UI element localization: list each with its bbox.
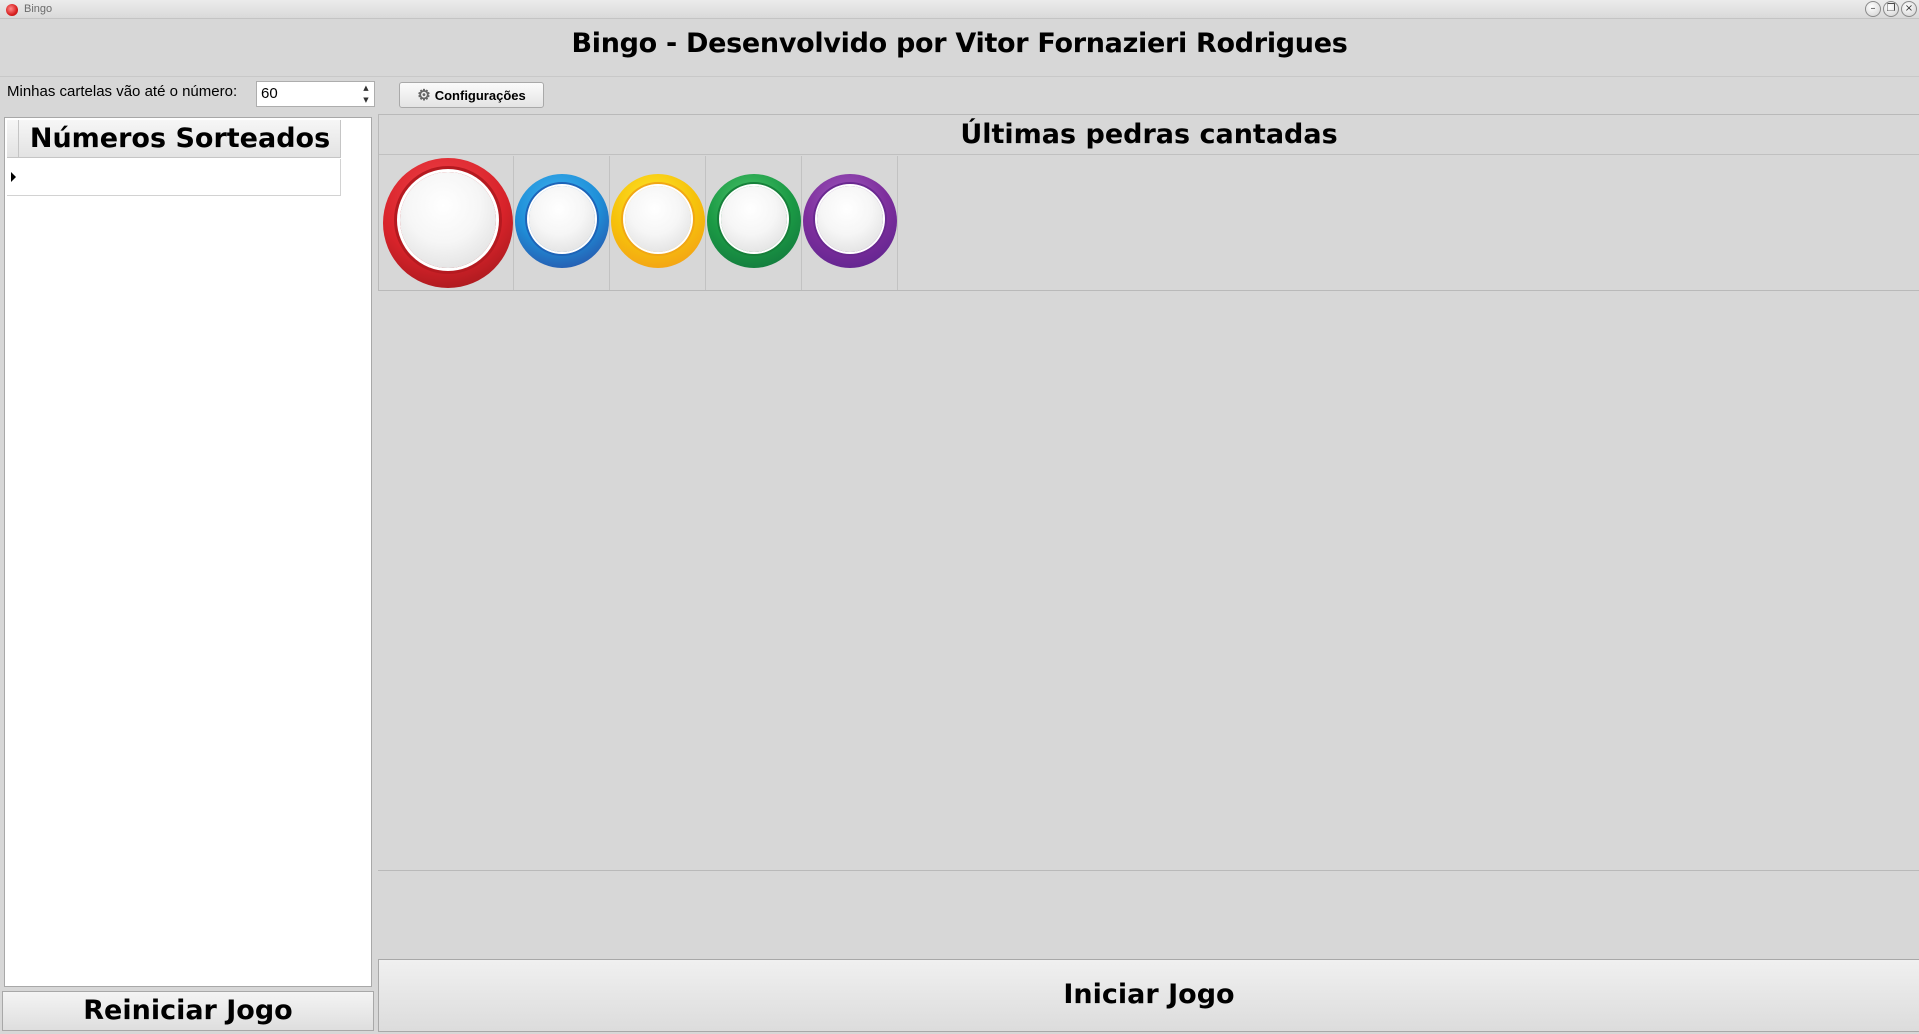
ball-3 <box>611 174 705 268</box>
ball-slot-4 <box>706 156 802 290</box>
ball-slot-5 <box>802 156 898 290</box>
ball-2 <box>515 174 609 268</box>
page-title: Bingo - Desenvolvido por Vitor Fornazier… <box>571 28 1348 59</box>
restore-icon[interactable]: ❐ <box>1883 1 1899 17</box>
ball-slot-1 <box>379 156 514 290</box>
grid-header: Números Sorteados <box>7 120 341 158</box>
ball-slot-2 <box>514 156 610 290</box>
reset-game-button[interactable]: Reiniciar Jogo <box>2 991 374 1031</box>
max-number-input[interactable]: 60 <box>256 81 375 107</box>
drawn-numbers-grid[interactable]: Números Sorteados <box>4 117 372 987</box>
drawn-numbers-header: Números Sorteados <box>29 123 331 154</box>
window-titlebar: Bingo – ❐ × <box>0 0 1919 19</box>
window-controls: – ❐ × <box>1865 1 1917 17</box>
ball-1 <box>383 158 513 288</box>
minimize-icon[interactable]: – <box>1865 1 1881 17</box>
table-row[interactable] <box>7 159 341 196</box>
ball-slot-3 <box>610 156 706 290</box>
settings-button-label: Configurações <box>434 87 526 103</box>
ball-4 <box>707 174 801 268</box>
window-title: Bingo <box>24 3 53 15</box>
close-icon[interactable]: × <box>1901 1 1917 17</box>
ball-5 <box>803 174 897 268</box>
game-area <box>378 291 1919 871</box>
settings-button[interactable]: ⚙ Configurações <box>399 82 544 108</box>
last-stones-title: Últimas pedras cantadas <box>379 115 1919 155</box>
range-label: Minhas cartelas vão até o número: <box>7 83 238 100</box>
spin-down-icon[interactable]: ▼ <box>359 94 373 106</box>
start-game-button[interactable]: Iniciar Jogo <box>378 959 1919 1032</box>
last-stones-panel: Últimas pedras cantadas <box>378 114 1919 291</box>
row-selector-icon <box>11 172 16 182</box>
grid-corner <box>7 120 19 158</box>
spin-up-icon[interactable]: ▲ <box>359 82 373 94</box>
gear-icon: ⚙ <box>417 86 431 104</box>
bingo-app-icon <box>6 4 18 16</box>
